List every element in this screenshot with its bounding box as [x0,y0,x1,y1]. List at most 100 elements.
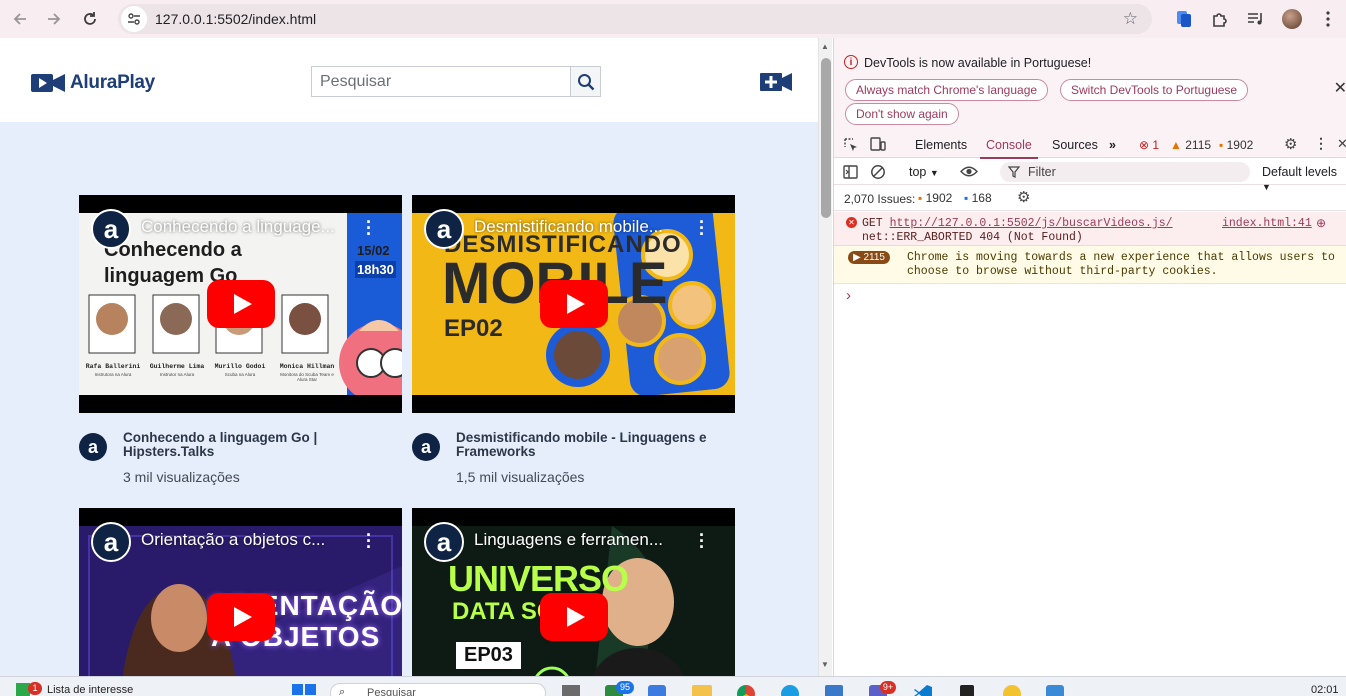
media-player-icon[interactable] [1003,685,1021,696]
file-explorer-icon[interactable] [692,685,712,696]
info-count-badge[interactable]: ▪ 1902 [1219,138,1253,152]
arrow-right-icon [48,13,61,25]
inspect-element-icon[interactable] [844,138,858,152]
extensions-icon[interactable] [1202,1,1238,37]
clear-console-icon[interactable] [870,164,886,180]
forward-button[interactable] [36,1,72,37]
console-prompt-caret[interactable]: › [846,287,851,304]
error-text: GET http://127.0.0.1:5502/js/buscarVideo… [862,217,1173,230]
devtools-menu-icon[interactable]: ⋮ [1314,135,1328,152]
close-devtools-icon[interactable]: ✕ [1337,136,1346,152]
more-options-icon[interactable]: · · · [699,526,705,556]
more-options-icon[interactable]: · · · [699,213,705,243]
search-button[interactable] [570,66,601,97]
reload-button[interactable] [72,1,108,37]
video-views: 1,5 mil visualizações [456,469,585,485]
sidebar-toggle-icon[interactable] [843,165,858,179]
video-thumbnail[interactable]: ORIENTAÇÃO A OBJETOS a Orientação a obje… [79,508,402,676]
task-view-icon[interactable] [562,685,580,696]
video-card[interactable]: ORIENTAÇÃO A OBJETOS a Orientação a obje… [79,508,402,676]
address-bar[interactable]: 127.0.0.1:5502/index.html ☆ [118,4,1152,34]
context-label: top [909,165,927,179]
windows-taskbar: 1 Lista de interesse ⌕ Pesquisar 95 9+ 0… [0,676,1346,696]
tab-sources[interactable]: Sources [1052,138,1098,152]
more-options-icon[interactable]: · · · [366,526,372,556]
site-logo[interactable]: AluraPlay [31,72,155,94]
scroll-up-icon[interactable]: ▲ [821,42,829,51]
tab-console[interactable]: Console [980,138,1038,159]
network-globe-icon[interactable]: ⊕ [1316,216,1326,231]
media-controls-icon[interactable] [1238,1,1274,37]
chrome-app-icon[interactable] [737,685,755,696]
profile-avatar[interactable] [1274,1,1310,37]
youtube-play-button[interactable] [540,280,608,328]
youtube-play-button[interactable] [540,593,608,641]
bookmark-star-icon[interactable]: ☆ [1123,9,1138,29]
video-overlay-title[interactable]: Conhecendo a linguage... [141,217,356,237]
vscode-app-icon[interactable] [914,685,932,696]
search-input[interactable] [320,72,560,91]
translate-extension-icon[interactable] [1166,1,1202,37]
channel-avatar[interactable]: a [91,209,131,249]
channel-avatar[interactable]: a [424,209,464,249]
context-selector[interactable]: top ▼ [909,165,939,179]
warning-count-badge[interactable]: ▲ 2115 [1170,138,1211,152]
telegram-app-icon[interactable] [1046,685,1064,696]
video-thumbnail[interactable]: UNIVERSO DATA SC EP03 a Linguagens e fer… [412,508,735,676]
video-card[interactable]: Conhecendo a linguagem Go 15/02 18h30 Ra… [79,195,402,493]
more-tabs-icon[interactable]: » [1109,138,1116,152]
tab-elements[interactable]: Elements [915,138,967,152]
mail-app-icon[interactable] [825,685,843,696]
site-info-icon[interactable] [121,6,147,32]
info-icon: i [844,55,858,69]
video-thumbnail[interactable]: Conhecendo a linguagem Go 15/02 18h30 Ra… [79,195,402,413]
add-video-button[interactable] [760,72,792,92]
channel-avatar[interactable]: a [424,522,464,562]
video-title[interactable]: Desmistificando mobile - Linguagens e Fr… [456,431,716,459]
page-scrollbar[interactable]: ▲ ▼ [818,38,832,676]
more-options-icon[interactable]: · · · [366,213,372,243]
back-button[interactable] [2,1,38,37]
windows-start-icon[interactable] [292,684,316,696]
speaker-name: Rafa Ballerini [85,363,141,370]
always-match-language-button[interactable]: Always match Chrome's language [845,79,1049,101]
copilot-app-icon[interactable] [648,685,666,696]
channel-avatar-icon[interactable]: a [79,433,107,461]
settings-gear-icon[interactable]: ⚙ [1284,135,1297,153]
chrome-menu-icon[interactable] [1310,1,1346,37]
video-overlay-title[interactable]: Desmistificando mobile... [474,217,689,237]
youtube-play-button[interactable] [207,280,275,328]
video-thumbnail[interactable]: DESMISTIFICANDO MOBILE EP02 a Desmistifi… [412,195,735,413]
dont-show-again-button[interactable]: Don't show again [845,103,959,125]
switch-to-portuguese-button[interactable]: Switch DevTools to Portuguese [1060,79,1249,101]
error-count-badge[interactable]: ⊗ 1 [1139,138,1159,152]
search-field[interactable] [311,66,571,97]
device-toolbar-icon[interactable] [870,137,886,152]
video-title[interactable]: Conhecendo a linguagem Go | Hipsters.Tal… [123,431,383,459]
video-overlay-title[interactable]: Orientação a objetos c... [141,530,356,550]
video-card[interactable]: UNIVERSO DATA SC EP03 a Linguagens e fer… [412,508,735,676]
video-card[interactable]: DESMISTIFICANDO MOBILE EP02 a Desmistifi… [412,195,735,493]
edge-app-icon[interactable] [781,685,799,696]
scroll-down-icon[interactable]: ▼ [821,660,829,669]
scrollbar-thumb[interactable] [821,58,831,218]
close-notice-icon[interactable]: ✕ [1334,78,1346,98]
youtube-play-button[interactable] [207,593,275,641]
channel-avatar[interactable]: a [91,522,131,562]
console-error-entry[interactable]: ✕ GET http://127.0.0.1:5502/js/buscarVid… [834,212,1346,246]
url-text[interactable]: 127.0.0.1:5502/index.html [155,11,316,27]
channel-avatar-icon[interactable]: a [412,433,440,461]
console-prompt-row[interactable]: › [834,284,1346,308]
taskbar-search[interactable]: ⌕ Pesquisar [330,683,546,696]
video-overlay-title[interactable]: Linguagens e ferramen... [474,530,689,550]
news-widget-label[interactable]: Lista de interesse [47,684,133,696]
error-url-link[interactable]: http://127.0.0.1:5502/js/buscarVideos.js… [890,217,1173,230]
console-filter[interactable]: Filter [1000,162,1250,182]
issues-info-link[interactable]: ▪ 168 [964,191,992,205]
live-expression-eye-icon[interactable] [960,165,978,178]
console-settings-gear-icon[interactable]: ⚙ [1017,188,1030,206]
terminal-app-icon[interactable] [960,685,974,696]
console-warning-entry[interactable]: ▶ 2115 Chrome is moving towards a new ex… [834,246,1346,284]
error-source-link[interactable]: index.html:41 [1222,217,1312,230]
issues-warning-link[interactable]: ▪ 1902 [918,191,952,205]
